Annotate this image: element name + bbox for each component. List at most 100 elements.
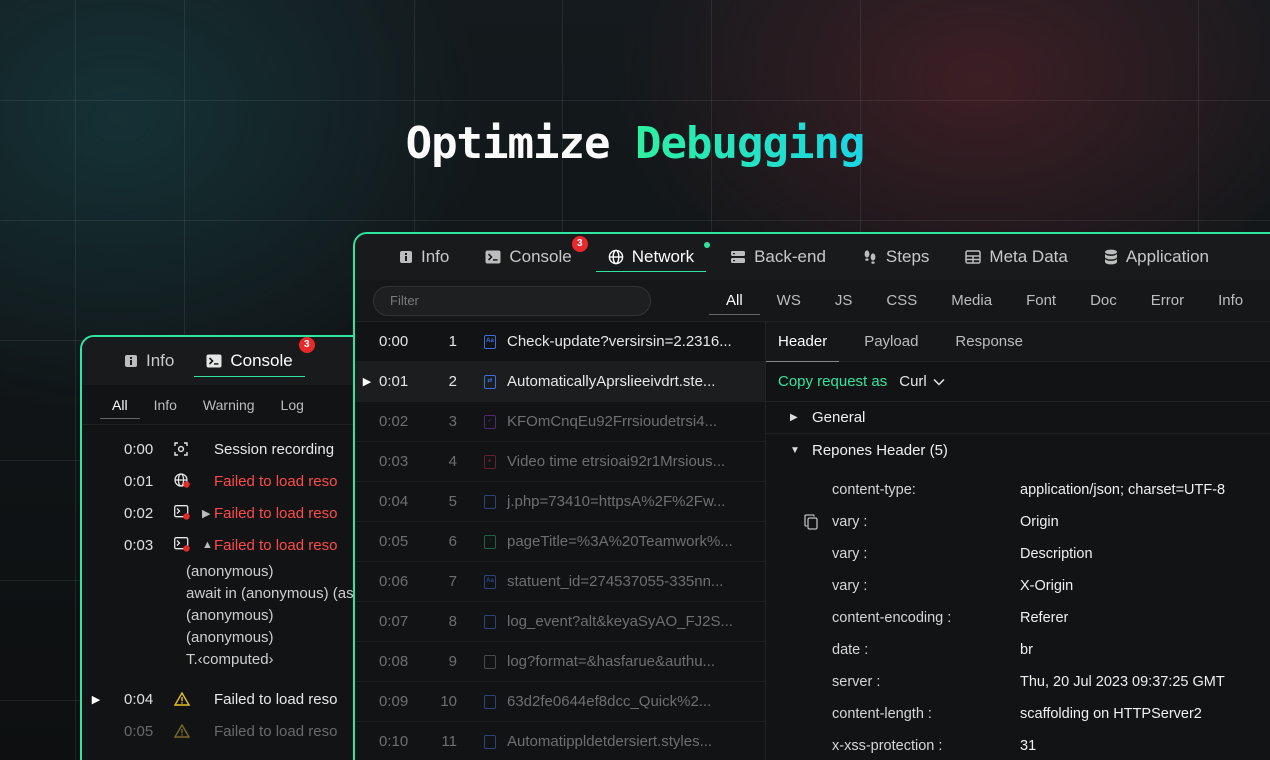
file-type-icon: Aa bbox=[484, 574, 496, 589]
file-type-icon bbox=[484, 654, 496, 669]
type-filter-info[interactable]: Info bbox=[1201, 281, 1260, 321]
tab-console[interactable]: Console 3 bbox=[473, 234, 588, 280]
header-value: Referer bbox=[1020, 610, 1069, 626]
header-key: content-type: bbox=[832, 482, 916, 498]
type-filter-error[interactable]: Error bbox=[1134, 281, 1201, 321]
header-row: date : br bbox=[766, 634, 1270, 666]
request-row[interactable]: 0:08 9 log?format=&hasfarue&authu... bbox=[355, 642, 765, 682]
section-response-header[interactable]: ▼ Repones Header (5) bbox=[766, 434, 1270, 466]
expand-arrow-icon[interactable]: ▶ bbox=[82, 693, 110, 706]
filter-input[interactable] bbox=[373, 285, 651, 316]
request-name: pageTitle=%3A%20Teamwork%... bbox=[507, 533, 733, 550]
header-value: Thu, 20 Jul 2023 09:37:25 GMT bbox=[1020, 674, 1225, 690]
header-row: vary : Origin bbox=[766, 506, 1270, 538]
type-filter-font[interactable]: Font bbox=[1009, 281, 1073, 321]
tab-steps-label: Steps bbox=[885, 247, 930, 266]
header-key: vary : bbox=[832, 578, 868, 594]
expand-arrow-icon[interactable]: ▶ bbox=[202, 507, 210, 520]
header-key: server : bbox=[832, 674, 881, 690]
terminal-error-icon bbox=[174, 537, 192, 553]
tab-info-label: Info bbox=[146, 351, 175, 370]
detail-tab-header[interactable]: Header bbox=[766, 322, 840, 362]
tab-info[interactable]: Info bbox=[387, 234, 461, 280]
database-icon bbox=[1104, 249, 1118, 265]
type-filter-css[interactable]: CSS bbox=[869, 281, 934, 321]
tab-back-end[interactable]: Back-end bbox=[718, 234, 838, 280]
request-row[interactable]: 0:03 4 ▸ Video time etrsioai92r1Mrsious... bbox=[355, 442, 765, 482]
tab-meta-data[interactable]: Meta Data bbox=[953, 234, 1079, 280]
request-number: 10 bbox=[440, 693, 457, 710]
copy-icon[interactable] bbox=[804, 514, 818, 534]
header-value: br bbox=[1020, 642, 1033, 658]
file-type-icon: ✓ bbox=[484, 414, 496, 429]
copy-format-select[interactable]: Curl bbox=[899, 373, 945, 390]
caret-down-icon: ▼ bbox=[790, 444, 800, 456]
request-row[interactable]: 0:05 6 ↑ pageTitle=%3A%20Teamwork%... bbox=[355, 522, 765, 562]
request-row[interactable]: 0:07 8 log_event?alt&keyaSyAO_FJ2S... bbox=[355, 602, 765, 642]
terminal-error-icon bbox=[174, 505, 192, 521]
detail-tabs: Header Payload Response bbox=[766, 322, 1270, 362]
network-activity-dot bbox=[704, 242, 711, 248]
log-time: 0:01 bbox=[124, 472, 154, 490]
tab-application[interactable]: Application bbox=[1092, 234, 1221, 280]
header-value: scaffolding on HTTPServer2 bbox=[1020, 706, 1202, 722]
globe-error-icon bbox=[174, 473, 192, 489]
tab-console-label: Console bbox=[509, 247, 572, 266]
request-row[interactable]: ▶ 0:01 2 ⇄ AutomaticallyAprslieeivdrt.ste... bbox=[355, 362, 765, 402]
header-value: Description bbox=[1020, 546, 1093, 562]
headline-part1: Optimize bbox=[405, 118, 611, 169]
request-name: statuent_id=274537055-335nn... bbox=[507, 573, 724, 590]
filter-warning[interactable]: Warning bbox=[203, 385, 255, 425]
tab-steps[interactable]: Steps bbox=[850, 234, 941, 280]
tab-info[interactable]: Info bbox=[112, 337, 186, 385]
copy-request-label[interactable]: Copy request as bbox=[778, 373, 887, 390]
request-row[interactable]: 0:04 5 j.php=73410=httpsA%2F%2Fw... bbox=[355, 482, 765, 522]
filter-all[interactable]: All bbox=[100, 385, 140, 425]
tab-network-label: Network bbox=[631, 247, 695, 266]
network-filter-bar: All WS JS CSS Media Font Doc Error Info bbox=[355, 280, 1270, 322]
request-row[interactable]: 0:10 11 Automatippldetdersiert.styles... bbox=[355, 722, 765, 760]
request-time: 0:06 bbox=[379, 573, 409, 590]
filter-log[interactable]: Log bbox=[281, 385, 304, 425]
log-time: 0:05 bbox=[124, 722, 154, 740]
request-row[interactable]: 0:09 10 63d2fe0644ef8dcc_Quick%2... bbox=[355, 682, 765, 722]
tab-network[interactable]: Network bbox=[595, 234, 711, 280]
request-row[interactable]: 0:00 1 Aa Check-update?versirsin=2.2316... bbox=[355, 322, 765, 362]
section-general-label: General bbox=[812, 409, 866, 426]
type-filter-js[interactable]: JS bbox=[818, 281, 870, 321]
console-error-badge: 3 bbox=[571, 236, 588, 252]
request-number: 3 bbox=[448, 413, 457, 430]
request-name: KFOmCnqEu92Frrsioudetrsi4... bbox=[507, 413, 718, 430]
play-arrow-icon: ▶ bbox=[362, 376, 372, 388]
warning-icon bbox=[174, 724, 190, 738]
request-time: 0:07 bbox=[379, 613, 409, 630]
header-row: vary : Description bbox=[766, 538, 1270, 570]
caret-right-icon: ▶ bbox=[790, 412, 798, 423]
request-name: log?format=&hasfarue&authu... bbox=[507, 653, 716, 670]
request-number: 9 bbox=[448, 653, 457, 670]
type-filter-media[interactable]: Media bbox=[934, 281, 1009, 321]
header-key: content-encoding : bbox=[832, 610, 952, 626]
detail-tab-response[interactable]: Response bbox=[943, 322, 1035, 362]
tab-info-label: Info bbox=[421, 247, 450, 266]
header-value: Origin bbox=[1020, 514, 1059, 530]
request-name: AutomaticallyAprslieeivdrt.ste... bbox=[507, 373, 716, 390]
type-filter-ws[interactable]: WS bbox=[760, 281, 818, 321]
copy-format-value: Curl bbox=[899, 373, 927, 390]
file-type-icon: ⇄ bbox=[484, 374, 496, 389]
type-filter-all[interactable]: All bbox=[709, 281, 760, 321]
request-time: 0:02 bbox=[379, 413, 409, 430]
info-icon bbox=[399, 250, 413, 264]
section-general[interactable]: ▶ General bbox=[766, 402, 1270, 434]
collapse-arrow-icon[interactable]: ▲ bbox=[202, 539, 213, 551]
request-row[interactable]: 0:02 3 ✓ KFOmCnqEu92Frrsioudetrsi4... bbox=[355, 402, 765, 442]
type-filter-doc[interactable]: Doc bbox=[1073, 281, 1134, 321]
type-filters: All WS JS CSS Media Font Doc Error Info bbox=[709, 281, 1260, 321]
headline: Optimize Debugging bbox=[0, 118, 1270, 169]
log-message: Failed to load reso bbox=[214, 504, 338, 522]
request-row[interactable]: 0:06 7 Aa statuent_id=274537055-335nn... bbox=[355, 562, 765, 602]
header-row: x-xss-protection : 31 bbox=[766, 730, 1270, 760]
tab-console[interactable]: Console 3 bbox=[194, 337, 315, 385]
detail-tab-payload[interactable]: Payload bbox=[852, 322, 930, 362]
filter-info[interactable]: Info bbox=[154, 385, 177, 425]
